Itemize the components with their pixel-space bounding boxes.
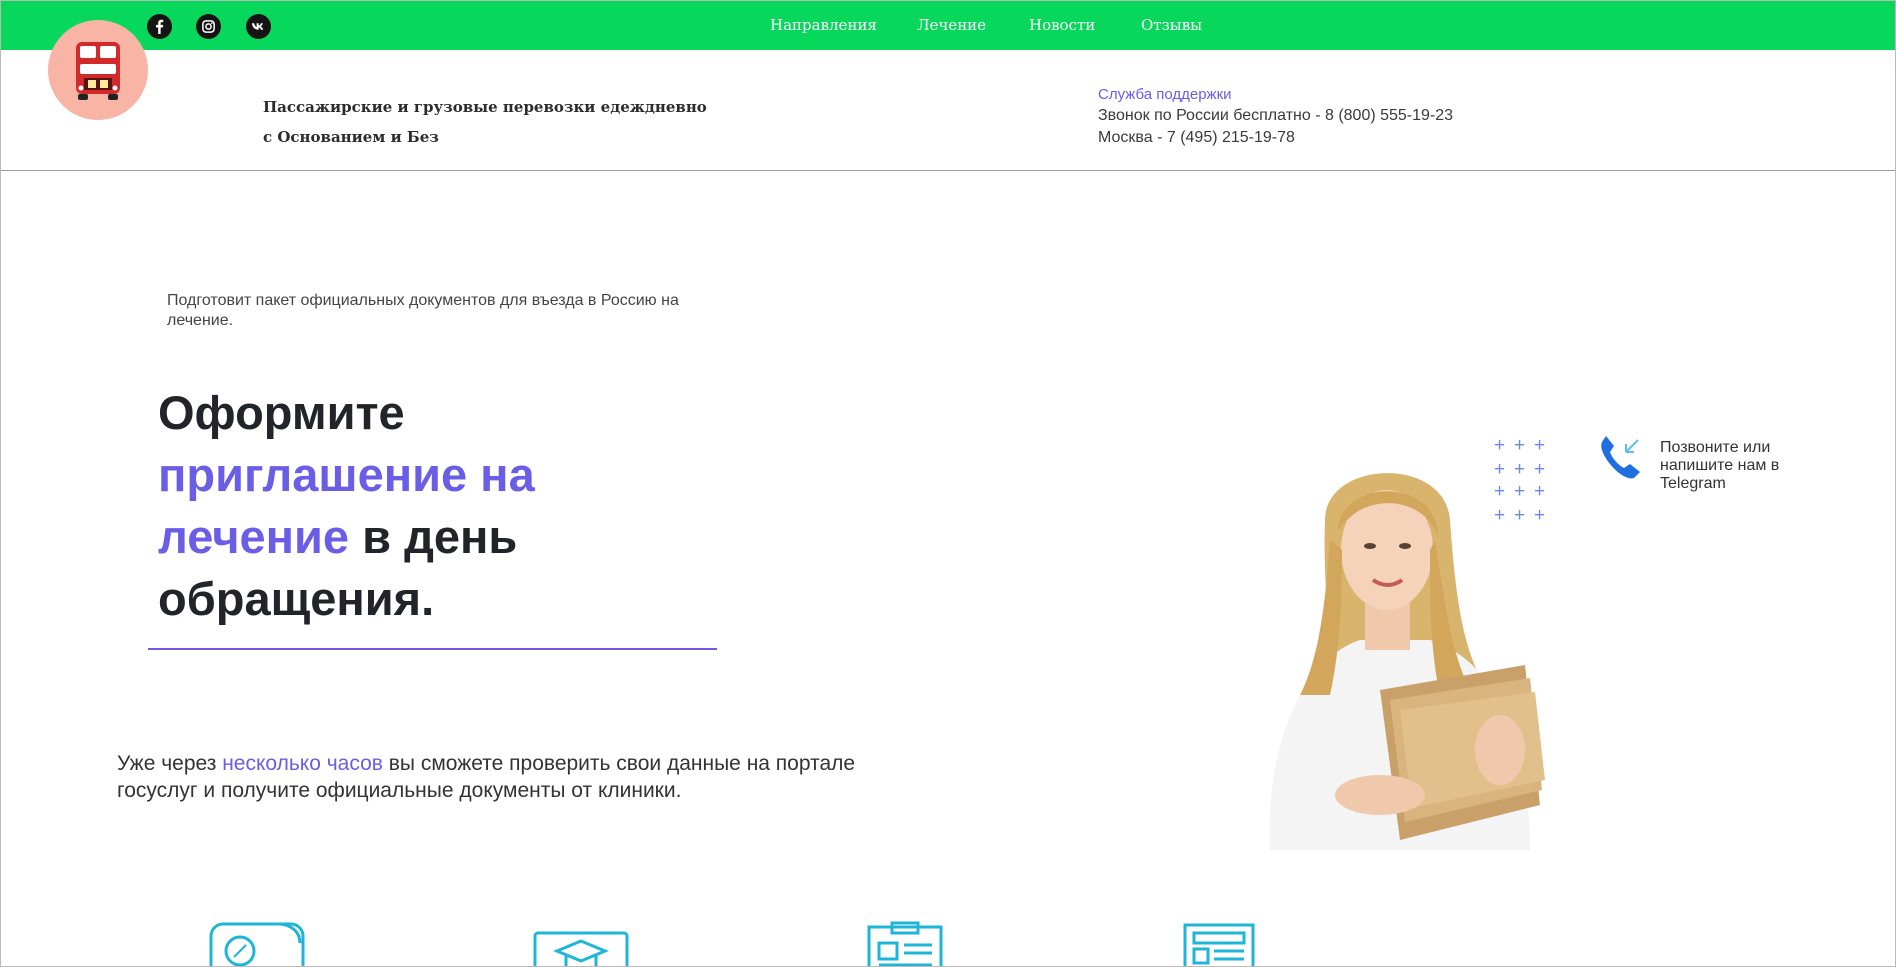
nav-label[interactable]: Направления: [770, 16, 877, 34]
clipboard-icon: [867, 921, 943, 967]
support-title[interactable]: Служба поддержки: [1098, 86, 1232, 103]
nav-item-directions[interactable]: Направления: [770, 0, 877, 50]
hero-headline: Оформите приглашение на лечение в день о…: [158, 382, 718, 630]
bus-logo[interactable]: [48, 20, 148, 120]
phone-russia[interactable]: Звонок по России бесплатно - 8 (800) 555…: [1098, 107, 1453, 125]
phone-call-icon[interactable]: [1596, 432, 1644, 482]
bus-icon: [76, 42, 120, 100]
hero-intro: Подготовит пакет официальных документов …: [167, 292, 679, 329]
facebook-icon[interactable]: [147, 14, 172, 39]
hero-description: Уже через несколько часов вы сможете про…: [117, 750, 877, 804]
nav-label[interactable]: Отзывы: [1141, 16, 1202, 34]
nav-item-treatment[interactable]: Лечение: [917, 0, 986, 50]
call-telegram-text[interactable]: Позвоните или напишите нам в Telegram: [1660, 439, 1810, 493]
company-tagline: Пассажирские и грузовые перевозки едеждн…: [263, 92, 723, 152]
top-bar: Направления Лечение Новости Отзывы: [0, 0, 1896, 50]
decor-plus-grid: + + + + + + + + + + + +: [1494, 435, 1546, 526]
headline-text: Оформите: [158, 386, 405, 439]
nav-label[interactable]: Новости: [1029, 16, 1095, 34]
instagram-icon[interactable]: [196, 14, 221, 39]
nav-item-news[interactable]: Новости: [1029, 0, 1095, 50]
vk-icon[interactable]: [246, 14, 271, 39]
tagline-line: Пассажирские и грузовые перевозки едеждн…: [263, 98, 707, 116]
nav-label[interactable]: Лечение: [917, 16, 986, 34]
description-text: Уже через: [117, 752, 223, 775]
headline-divider: [148, 648, 717, 650]
graduation-cap-icon: [533, 931, 629, 967]
nav-item-reviews[interactable]: Отзывы: [1141, 0, 1202, 50]
description-link[interactable]: несколько часов: [222, 752, 383, 775]
document-icon: [1183, 923, 1255, 967]
discount-icon: [209, 922, 305, 967]
phone-moscow[interactable]: Москва - 7 (495) 215-19-78: [1098, 129, 1295, 147]
tagline-line: с Основанием и Без: [263, 128, 439, 146]
